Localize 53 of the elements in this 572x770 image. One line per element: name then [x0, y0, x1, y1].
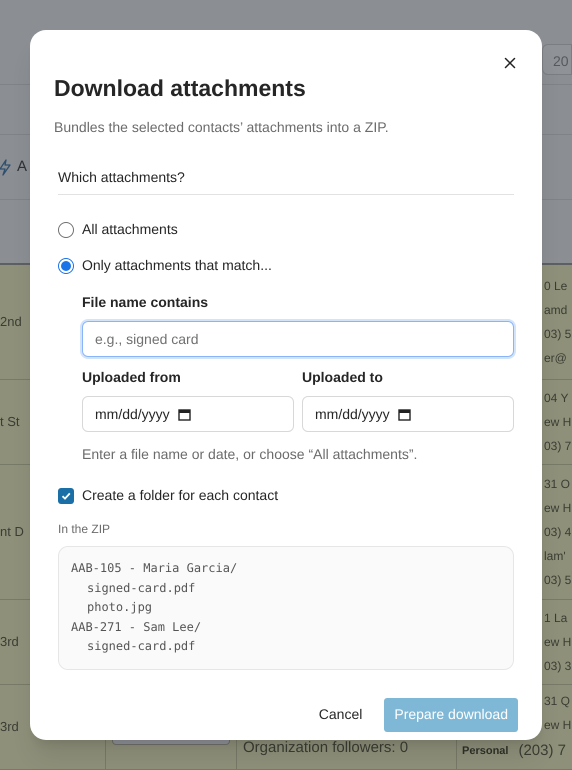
table-cell-text: (203) 7 [518, 740, 566, 761]
toolbar-label: A [17, 156, 28, 177]
table-cell-text: 03) 5 [544, 326, 572, 343]
table-cell-text: 04 Y [544, 390, 568, 407]
calendar-icon [178, 408, 191, 420]
table-cell-text: 3rd [0, 633, 19, 652]
file-name: signed-card.pdf [86, 580, 196, 597]
date-field[interactable]: mm/dd/yyyy [302, 396, 514, 432]
table-cell-text: nt D [0, 523, 24, 542]
radio-button[interactable] [58, 258, 74, 274]
table-cell-text: ew H [544, 716, 572, 734]
dialog-subtitle: Bundles the selected contacts’ attachments into a ZIP. [54, 118, 390, 137]
table-cell-text: 2nd [0, 313, 22, 332]
table-cell-text: 0 Le [544, 278, 568, 295]
table-cell-text: ew H [544, 500, 572, 517]
checkbox[interactable] [58, 488, 74, 504]
table-cell-text: er@ [544, 350, 567, 367]
tag-label: Personal [462, 744, 508, 759]
table-cell-text: Organization followers: 0 [243, 738, 408, 758]
field-label: Uploaded from [82, 368, 182, 387]
folder-path: AAB-105 - Maria Garcia/ [71, 560, 238, 577]
radio-button[interactable] [58, 222, 74, 238]
table-cell-text: ew H [544, 414, 572, 431]
table-cell-text: 31 O [544, 476, 570, 493]
table-cell-text: 03) 4 [544, 524, 572, 541]
checkbox-label: Create a folder for each contact [82, 486, 278, 505]
calendar-icon [398, 408, 411, 420]
hint-text: Enter a file name or date, or choose “All attachments”. [82, 445, 418, 464]
preview-label: In the ZIP [58, 521, 112, 538]
field-label: File name contains [82, 293, 210, 312]
file-name: photo.jpg [86, 599, 154, 616]
cancel-button[interactable]: Cancel [308, 698, 372, 732]
table-cell-text: amd [544, 302, 568, 319]
date-field[interactable]: mm/dd/yyyy [82, 396, 294, 432]
lightning-icon [0, 158, 11, 176]
radio-label: Only attachments that match... [82, 256, 272, 275]
folder-path: AAB-271 - Sam Lee/ [71, 618, 202, 636]
file-name: signed-card.pdf [86, 638, 196, 655]
close-icon [504, 57, 516, 69]
table-cell-text: 03) 7 [544, 438, 572, 455]
table-cell-text: t St [0, 413, 20, 432]
table-cell-text: ew H [544, 634, 572, 651]
dialog-title: Download attachments [54, 74, 307, 103]
table-cell-text: 1 La [544, 610, 568, 627]
table-cell-text: 31 Q [544, 692, 570, 710]
table-cell-text: 03) 5 [544, 572, 572, 589]
field-label: Uploaded to [302, 368, 384, 387]
table-cell-text: lam' [544, 548, 566, 565]
section-heading: Which attachments? [58, 169, 185, 185]
table-cell-text: 3rd [0, 718, 19, 736]
radio-label: All attachments [82, 220, 178, 239]
table-cell-text: 03) 3 [544, 658, 572, 675]
file-name-field[interactable]: e.g., signed card [82, 321, 514, 357]
